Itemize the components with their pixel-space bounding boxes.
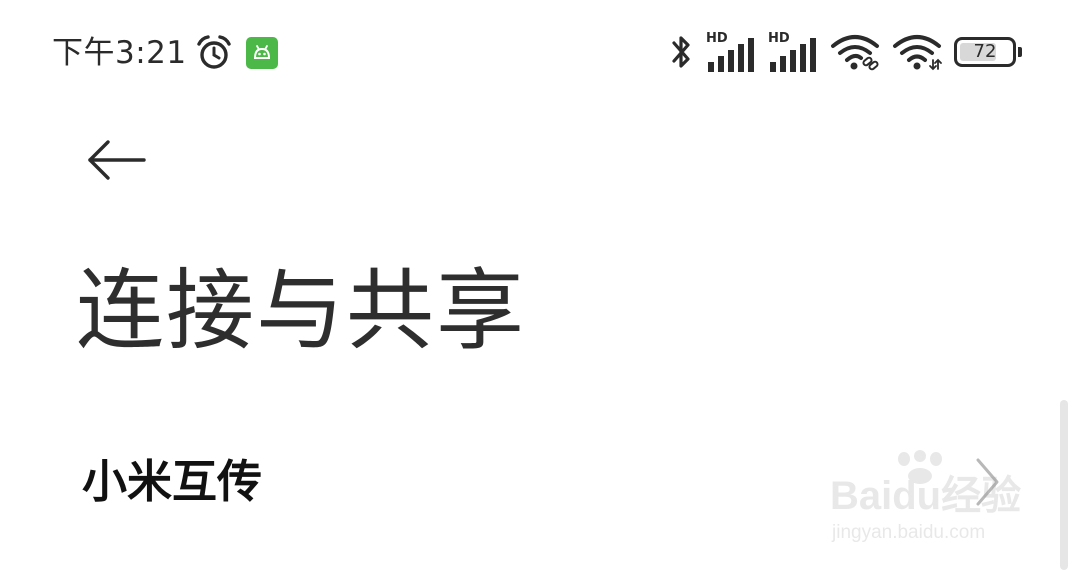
bluetooth-icon bbox=[668, 32, 694, 72]
battery-indicator: 72 bbox=[954, 37, 1022, 67]
page-title: 连接与共享 bbox=[76, 259, 527, 362]
status-time: 下午3:21 bbox=[52, 35, 187, 71]
wifi-link-icon bbox=[830, 32, 880, 72]
wifi-icon bbox=[892, 32, 942, 72]
status-bar: 下午3:21 HD HD 72 bbox=[0, 0, 1080, 100]
scrollbar[interactable] bbox=[1060, 400, 1068, 570]
battery-level: 72 bbox=[973, 41, 997, 62]
cellular-signal-icon bbox=[770, 38, 816, 72]
battery-tip bbox=[1018, 47, 1022, 57]
alarm-clock-icon bbox=[195, 34, 233, 72]
android-app-icon bbox=[245, 37, 278, 69]
arrow-left-icon bbox=[88, 140, 146, 180]
chevron-right-icon bbox=[976, 458, 999, 506]
status-right: HD HD 72 bbox=[668, 28, 1022, 76]
list-item-mi-share[interactable]: 小米互传 bbox=[0, 428, 1060, 538]
back-button[interactable] bbox=[80, 128, 152, 192]
cellular-signal-2: HD bbox=[768, 32, 818, 72]
list-item-label: 小米互传 bbox=[82, 455, 263, 508]
cellular-signal-1: HD bbox=[706, 32, 756, 72]
cellular-signal-icon bbox=[708, 38, 754, 72]
status-left: 下午3:21 bbox=[52, 30, 278, 76]
